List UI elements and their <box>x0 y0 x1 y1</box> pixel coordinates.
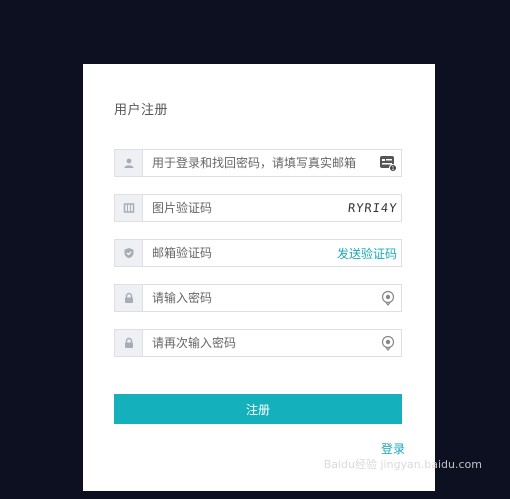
shield-icon <box>115 240 143 266</box>
captcha-image[interactable]: RYRI4Y <box>346 195 398 221</box>
id-card-icon[interactable]: 1 <box>379 150 397 176</box>
captcha-input[interactable]: 图片验证码 <box>152 195 212 221</box>
captcha-field[interactable]: 图片验证码 RYRI4Y <box>114 194 402 222</box>
user-icon <box>115 150 143 176</box>
login-link[interactable]: 登录 <box>381 440 405 457</box>
email-code-input[interactable]: 邮箱验证码 <box>152 240 212 266</box>
watermark: Baidu经验 jingyan.baidu.com <box>323 458 482 471</box>
lock-icon <box>115 330 143 356</box>
eye-icon[interactable] <box>381 285 395 311</box>
email-field[interactable]: 用于登录和找回密码，请填写真实邮箱 1 <box>114 149 402 177</box>
password-input[interactable]: 请输入密码 <box>152 285 212 311</box>
confirm-password-input[interactable]: 请再次输入密码 <box>152 330 236 356</box>
captcha-text: RYRI4Y <box>346 201 398 215</box>
page-title: 用户注册 <box>114 103 169 118</box>
register-card: 用户注册 用于登录和找回密码，请填写真实邮箱 1 图片验证码 RYRI4Y 邮箱… <box>83 64 435 491</box>
email-code-field[interactable]: 邮箱验证码 发送验证码 <box>114 239 402 267</box>
register-button[interactable]: 注册 <box>114 394 402 424</box>
svg-text:1: 1 <box>391 166 394 172</box>
password-field[interactable]: 请输入密码 <box>114 284 402 312</box>
confirm-password-field[interactable]: 请再次输入密码 <box>114 329 402 357</box>
email-input[interactable]: 用于登录和找回密码，请填写真实邮箱 <box>152 150 376 176</box>
image-icon <box>115 195 143 221</box>
eye-icon[interactable] <box>381 330 395 356</box>
send-code-button[interactable]: 发送验证码 <box>337 245 397 262</box>
lock-icon <box>115 285 143 311</box>
